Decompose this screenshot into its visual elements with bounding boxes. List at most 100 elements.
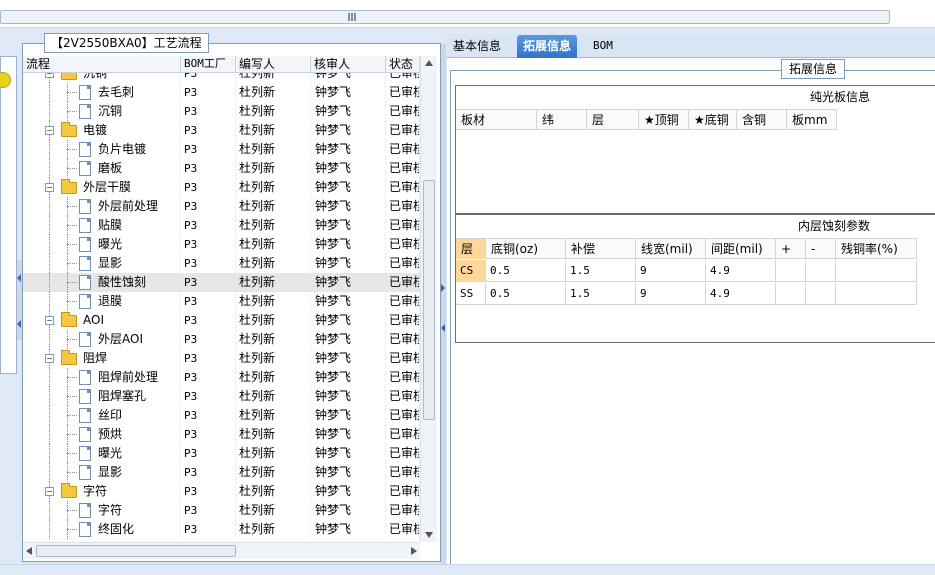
tab-bom[interactable]: BOM bbox=[587, 35, 619, 58]
residual-copper-cell[interactable] bbox=[836, 283, 917, 305]
col-sheet[interactable]: 板材 bbox=[456, 110, 537, 130]
tree-node[interactable]: − 字符 bbox=[23, 482, 181, 501]
collapse-node-icon[interactable]: − bbox=[45, 487, 54, 496]
tree-step-row[interactable]: 贴膜 P3杜列新钟梦飞已审核 bbox=[23, 216, 420, 235]
compensation-cell[interactable]: 1.5 bbox=[566, 260, 636, 282]
expand-left-icon[interactable] bbox=[441, 324, 445, 332]
tree-node[interactable]: 退膜 bbox=[23, 292, 181, 311]
tree-node[interactable]: 曝光 bbox=[23, 444, 181, 463]
col-copper-content[interactable]: 含铜 bbox=[737, 110, 787, 130]
minus-cell[interactable] bbox=[806, 283, 836, 305]
collapse-node-icon[interactable]: − bbox=[45, 316, 54, 325]
tree-folder-row[interactable]: − 阻焊 P3杜列新钟梦飞已审核 bbox=[23, 349, 420, 368]
tree-step-row[interactable]: 预烘 P3杜列新钟梦飞已审核 bbox=[23, 425, 420, 444]
tree-node[interactable]: 外层AOI bbox=[23, 330, 181, 349]
tree-step-row[interactable]: 阻焊前处理 P3杜列新钟梦飞已审核 bbox=[23, 368, 420, 387]
tree-step-row[interactable]: 丝印 P3杜列新钟梦飞已审核 bbox=[23, 406, 420, 425]
tree-folder-row[interactable]: − AOI P3杜列新钟梦飞已审核 bbox=[23, 311, 420, 330]
scroll-down-icon[interactable] bbox=[425, 532, 433, 538]
tree-step-row[interactable]: 磨板 P3杜列新钟梦飞已审核 bbox=[23, 159, 420, 178]
scroll-right-icon[interactable] bbox=[411, 547, 417, 555]
etch-row[interactable]: CS 0.5 1.5 9 4.9 bbox=[456, 260, 917, 282]
scroll-left-icon[interactable] bbox=[26, 547, 32, 555]
etch-row[interactable]: SS 0.5 1.5 9 4.9 bbox=[456, 283, 917, 305]
tree-node[interactable]: − 外层干膜 bbox=[23, 178, 181, 197]
tree-step-row[interactable]: 外层AOI P3杜列新钟梦飞已审核 bbox=[23, 330, 420, 349]
tree-node[interactable]: 沉铜 bbox=[23, 102, 181, 121]
spacing-cell[interactable]: 4.9 bbox=[706, 283, 776, 305]
tree-node[interactable]: 去毛刺 bbox=[23, 83, 181, 102]
col-residual-copper[interactable]: 残铜率(%) bbox=[836, 239, 917, 259]
residual-copper-cell[interactable] bbox=[836, 260, 917, 282]
hscroll-thumb[interactable] bbox=[36, 545, 236, 557]
tree-node[interactable]: − AOI bbox=[23, 311, 181, 330]
col-spacing[interactable]: 间距(mil) bbox=[706, 239, 776, 259]
tree-step-row[interactable]: 去毛刺 P3杜列新钟梦飞已审核 bbox=[23, 83, 420, 102]
tree-node[interactable]: 酸性蚀刻 bbox=[23, 273, 181, 292]
tree-node[interactable]: 显影 bbox=[23, 254, 181, 273]
plus-cell[interactable] bbox=[776, 283, 806, 305]
base-copper-cell[interactable]: 0.5 bbox=[486, 260, 566, 282]
collapse-left-icon-2[interactable] bbox=[17, 320, 21, 328]
collapse-node-icon[interactable]: − bbox=[45, 126, 54, 135]
collapse-node-icon[interactable]: − bbox=[45, 183, 54, 192]
flow-horizontal-scrollbar[interactable] bbox=[23, 542, 420, 559]
tree-node[interactable]: 字符 bbox=[23, 501, 181, 520]
tree-node[interactable]: − 沉铜 bbox=[23, 73, 181, 83]
tree-step-row[interactable]: 负片电镀 P3杜列新钟梦飞已审核 bbox=[23, 140, 420, 159]
tree-node[interactable]: 负片电镀 bbox=[23, 140, 181, 159]
tree-node[interactable]: 显影 bbox=[23, 463, 181, 482]
col-top-copper[interactable]: ★顶铜 bbox=[639, 110, 689, 130]
base-copper-cell[interactable]: 0.5 bbox=[486, 283, 566, 305]
tree-step-row[interactable]: 退膜 P3杜列新钟梦飞已审核 bbox=[23, 292, 420, 311]
col-line-width[interactable]: 线宽(mil) bbox=[636, 239, 706, 259]
tree-step-row[interactable]: 外层前处理 P3杜列新钟梦飞已审核 bbox=[23, 197, 420, 216]
col-layer[interactable]: 层 bbox=[456, 239, 486, 259]
tree-step-row[interactable]: 曝光 P3杜列新钟梦飞已审核 bbox=[23, 444, 420, 463]
tree-step-row[interactable]: 显影 P3杜列新钟梦飞已审核 bbox=[23, 463, 420, 482]
col-plus[interactable]: + bbox=[776, 239, 806, 259]
col-bottom-copper[interactable]: ★底铜 bbox=[689, 110, 737, 130]
tree-node[interactable]: − 电镀 bbox=[23, 121, 181, 140]
collapse-node-icon[interactable]: − bbox=[45, 354, 54, 363]
layer-cell[interactable]: SS bbox=[456, 283, 486, 305]
col-minus[interactable]: - bbox=[806, 239, 836, 259]
flow-vertical-scrollbar[interactable] bbox=[420, 56, 437, 542]
spacing-cell[interactable]: 4.9 bbox=[706, 260, 776, 282]
scroll-thumb[interactable] bbox=[423, 180, 435, 420]
tree-step-row[interactable]: 曝光 P3杜列新钟梦飞已审核 bbox=[23, 235, 420, 254]
tree-folder-row[interactable]: − 沉铜 P3杜列新钟梦飞已审核 bbox=[23, 73, 420, 83]
col-board-mm[interactable]: 板mm bbox=[787, 110, 837, 130]
tree-step-row[interactable]: 沉铜 P3杜列新钟梦飞已审核 bbox=[23, 102, 420, 121]
col-compensation[interactable]: 补偿 bbox=[566, 239, 636, 259]
expand-right-icon[interactable] bbox=[441, 284, 445, 292]
col-header-reviewer[interactable]: 核审人 bbox=[311, 56, 386, 73]
layer-cell[interactable]: CS bbox=[456, 260, 486, 282]
tree-node[interactable]: 预烘 bbox=[23, 425, 181, 444]
plus-cell[interactable] bbox=[776, 260, 806, 282]
col-header-bom-factory[interactable]: BOM工厂 bbox=[181, 56, 236, 73]
col-weft[interactable]: 纬 bbox=[537, 110, 587, 130]
tree-step-row[interactable]: 终固化 P3杜列新钟梦飞已审核 bbox=[23, 520, 420, 539]
tree-folder-row[interactable]: − 字符 P3杜列新钟梦飞已审核 bbox=[23, 482, 420, 501]
compensation-cell[interactable]: 1.5 bbox=[566, 283, 636, 305]
tab-extended-info[interactable]: 拓展信息 bbox=[517, 35, 578, 58]
tree-node[interactable]: 丝印 bbox=[23, 406, 181, 425]
collapse-node-icon[interactable]: − bbox=[45, 73, 54, 78]
tree-step-row[interactable]: 显影 P3杜列新钟梦飞已审核 bbox=[23, 254, 420, 273]
col-base-copper[interactable]: 底铜(oz) bbox=[486, 239, 566, 259]
tree-step-row[interactable]: 阻焊塞孔 P3杜列新钟梦飞已审核 bbox=[23, 387, 420, 406]
tree-node[interactable]: 终固化 bbox=[23, 520, 181, 539]
tree-folder-row[interactable]: − 外层干膜 P3杜列新钟梦飞已审核 bbox=[23, 178, 420, 197]
tab-basic-info[interactable]: 基本信息 bbox=[447, 35, 507, 58]
col-layer[interactable]: 层 bbox=[587, 110, 639, 130]
tree-node[interactable]: 贴膜 bbox=[23, 216, 181, 235]
tree-node[interactable]: 曝光 bbox=[23, 235, 181, 254]
tree-node[interactable]: − 阻焊 bbox=[23, 349, 181, 368]
left-collapsed-panel[interactable] bbox=[0, 56, 17, 374]
line-width-cell[interactable]: 9 bbox=[636, 260, 706, 282]
line-width-cell[interactable]: 9 bbox=[636, 283, 706, 305]
tree-node[interactable]: 阻焊前处理 bbox=[23, 368, 181, 387]
tree-node[interactable]: 阻焊塞孔 bbox=[23, 387, 181, 406]
scroll-up-icon[interactable] bbox=[425, 60, 433, 66]
